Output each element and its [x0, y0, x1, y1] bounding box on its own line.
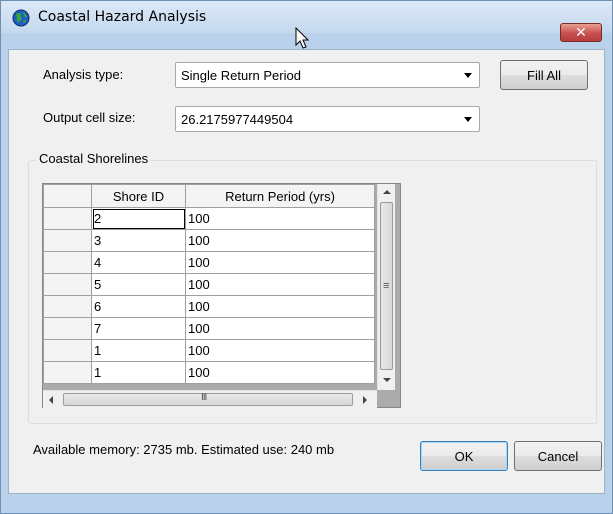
mouse-pointer-icon — [295, 27, 310, 49]
return-period-cell[interactable]: 100 — [185, 295, 375, 318]
row-header[interactable] — [43, 251, 92, 274]
horizontal-scrollbar[interactable]: III — [43, 390, 377, 408]
analysis-type-label: Analysis type: — [43, 67, 124, 82]
return-period-cell[interactable]: 100 — [185, 251, 375, 274]
cell-size-value: 26.2175977449504 — [181, 112, 294, 127]
table-row[interactable]: 3 100 — [43, 229, 375, 252]
row-header[interactable] — [43, 317, 92, 340]
shore-id-cell[interactable]: 7 — [91, 317, 186, 340]
table-row[interactable]: 7 100 — [43, 317, 375, 340]
ok-button-label: OK — [454, 448, 474, 464]
scroll-right-icon[interactable] — [363, 396, 367, 404]
shore-id-cell[interactable]: 3 — [91, 229, 186, 252]
fill-all-button-label: Fill All — [527, 67, 561, 83]
row-header[interactable] — [43, 273, 92, 296]
scroll-up-icon[interactable] — [383, 190, 391, 194]
cell-size-dropdown[interactable]: 26.2175977449504 — [175, 106, 480, 132]
table-row[interactable]: 1 100 — [43, 339, 375, 362]
shore-id-cell[interactable]: 1 — [91, 339, 186, 362]
return-period-cell[interactable]: 100 — [185, 361, 375, 384]
fill-all-button[interactable]: Fill All — [500, 60, 588, 90]
return-period-cell[interactable]: 100 — [185, 229, 375, 252]
group-title: Coastal Shorelines — [36, 151, 152, 166]
grip-icon: III — [201, 392, 207, 403]
row-header[interactable] — [43, 207, 92, 230]
return-period-cell[interactable]: 100 — [185, 317, 375, 340]
row-header[interactable] — [43, 361, 92, 384]
table-row[interactable]: 4 100 — [43, 251, 375, 274]
ok-button[interactable]: OK — [420, 441, 508, 471]
shore-id-cell[interactable]: 6 — [91, 295, 186, 318]
window-title: Coastal Hazard Analysis — [38, 9, 207, 25]
row-header[interactable] — [43, 229, 92, 252]
shore-id-cell[interactable]: 1 — [91, 361, 186, 384]
grid-corner-header[interactable] — [43, 184, 92, 208]
analysis-type-value: Single Return Period — [181, 68, 301, 83]
shorelines-table: Shore ID Return Period (yrs) 2 100 3 100… — [43, 184, 375, 384]
cancel-button-label: Cancel — [537, 448, 579, 464]
shorelines-grid[interactable]: Shore ID Return Period (yrs) 2 100 3 100… — [42, 183, 401, 408]
close-button[interactable]: ✕ — [560, 23, 602, 42]
horizontal-scroll-thumb[interactable]: III — [63, 392, 353, 406]
vertical-scrollbar[interactable]: ≡ — [377, 184, 395, 390]
shore-id-cell[interactable]: 5 — [91, 273, 186, 296]
grip-icon: ≡ — [383, 280, 390, 292]
shore-id-cell[interactable]: 2 — [91, 207, 186, 230]
table-row[interactable]: 6 100 — [43, 295, 375, 318]
table-row[interactable]: 5 100 — [43, 273, 375, 296]
memory-status-text: Available memory: 2735 mb. Estimated use… — [33, 442, 335, 457]
table-row[interactable]: 1 100 — [43, 361, 375, 384]
return-period-cell[interactable]: 100 — [185, 339, 375, 362]
scroll-left-icon[interactable] — [49, 396, 53, 404]
close-icon: ✕ — [575, 24, 587, 40]
column-header-shore-id[interactable]: Shore ID — [91, 184, 186, 208]
shore-id-cell[interactable]: 4 — [91, 251, 186, 274]
cancel-button[interactable]: Cancel — [514, 441, 602, 471]
row-header[interactable] — [43, 339, 92, 362]
cell-size-label: Output cell size: — [43, 110, 136, 125]
chevron-down-icon — [464, 117, 472, 122]
return-period-cell[interactable]: 100 — [185, 207, 375, 230]
return-period-cell[interactable]: 100 — [185, 273, 375, 296]
table-row[interactable]: 2 100 — [43, 207, 375, 230]
row-header[interactable] — [43, 295, 92, 318]
column-header-return-period[interactable]: Return Period (yrs) — [185, 184, 375, 208]
analysis-type-dropdown[interactable]: Single Return Period — [175, 62, 480, 88]
vertical-scroll-thumb[interactable]: ≡ — [380, 202, 393, 370]
scroll-down-icon[interactable] — [383, 378, 391, 382]
globe-icon — [12, 9, 30, 27]
chevron-down-icon — [464, 73, 472, 78]
